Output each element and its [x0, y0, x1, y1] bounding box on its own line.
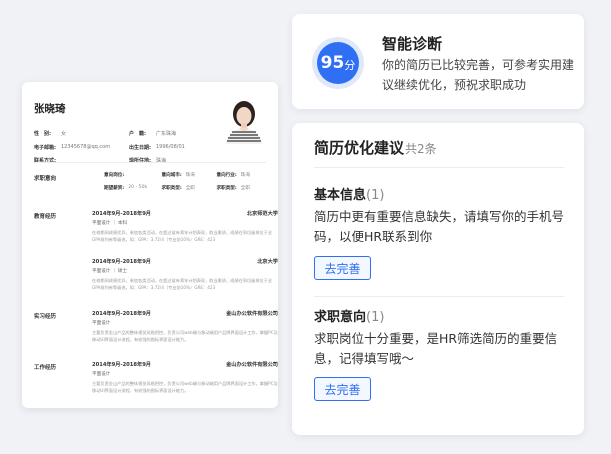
resume-name: 张晓琦 [34, 103, 66, 115]
education-entry: 2014年9月-2018年9月 北京大学 平面设计 ｜ 硕士 在校期间成绩优异，参… [92, 259, 278, 290]
diagnosis-text: 你的简历已比较完善，可参考实用建议继续优化，预祝求职成功 [382, 58, 575, 92]
suggestions-count: 共2条 [405, 142, 437, 156]
divider [34, 162, 266, 163]
suggestion-item-text: 简历中更有重要信息缺失，请填写你的手机号码，以便HR联系到你 [314, 209, 565, 244]
suggestion-item-title: 基本信息(1) [314, 188, 385, 203]
suggestion-item-title: 求职意向(1) [314, 310, 385, 325]
complete-basic-info-button[interactable]: 去完善 [314, 256, 371, 280]
suggestions-card: 简历优化建议 共2条 基本信息(1) 简历中更有重要信息缺失，请填写你的手机号码… [292, 123, 584, 435]
education-entry: 2014年9月-2018年9月 北京师范大学 平面设计 ｜ 本科 在校期间成绩优异… [92, 211, 278, 242]
complete-intent-button[interactable]: 去完善 [314, 377, 371, 401]
score-badge: 95 分 [312, 37, 364, 89]
score-unit: 分 [344, 58, 356, 72]
section-title-education: 教育经历 [34, 214, 57, 220]
section-title-work: 工作经历 [34, 365, 57, 371]
divider [314, 167, 564, 168]
resume-preview: 张晓琦 性 别: 女 户 籍: 广东珠海 电子邮箱: 12345678@qq.com … [22, 82, 278, 408]
suggestions-title: 简历优化建议 [314, 139, 405, 157]
diagnosis-card: 95 分 智能诊断 你的简历已比较完善，可参考实用建议继续优化，预祝求职成功 [292, 14, 584, 109]
section-title-intent: 求职意向 [34, 176, 57, 182]
intent-info: 意向岗位: 意向城市: 珠海 意向行业: 珠海 期望薪资: 20 - 50k 求职类型… [104, 172, 250, 191]
work-entry: 2014年9月-2018年9月 金山办公软件有限公司 平面设计 主要负责金山产品的… [92, 362, 278, 393]
diagnosis-title: 智能诊断 [382, 35, 443, 53]
profile-photo [222, 98, 266, 144]
divider [314, 296, 564, 297]
section-title-internship: 实习经历 [34, 314, 57, 320]
score-value: 95 [320, 53, 345, 73]
internship-entry: 2014年9月-2018年9月 金山办公软件有限公司 平面设计 主要负责金山产品的… [92, 311, 278, 342]
suggestion-item-text: 求职岗位十分重要，是HR筛选简历的重要信息，记得填写哦～ [314, 331, 558, 366]
